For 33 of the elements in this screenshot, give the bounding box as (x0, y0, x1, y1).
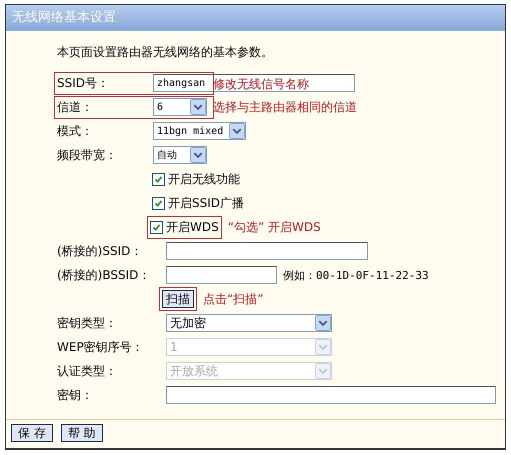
scan-button[interactable]: 扫描 (162, 290, 194, 308)
checkbox-label: 开启SSID广播 (168, 194, 244, 212)
hint-text: 例如：00-1D-0F-11-22-33 (283, 268, 429, 282)
dropdown[interactable]: 6 (153, 98, 207, 116)
field-label: WEP密钥序号： (57, 338, 145, 356)
field-label: 模式： (57, 122, 94, 140)
field-label: 认证类型： (57, 362, 118, 380)
checkbox-label: 开启无线功能 (168, 170, 240, 188)
field-label: (桥接的)SSID： (57, 242, 144, 260)
checkbox[interactable] (152, 172, 165, 186)
footer-button[interactable]: 帮 助 (60, 424, 103, 442)
annotation-text: 修改无线信号名称 (213, 76, 309, 93)
dropdown[interactable]: 11bgn mixed (153, 122, 246, 140)
dropdown[interactable]: 无加密 (166, 314, 332, 332)
window-title: 无线网络基本设置 (6, 5, 505, 31)
field-label: 密钥类型： (57, 314, 118, 332)
annotation-text: 选择与主路由器相同的信道 (213, 98, 357, 116)
text-field[interactable] (166, 266, 277, 284)
text-field[interactable] (166, 386, 496, 404)
field-label: 密钥： (57, 386, 94, 404)
field-label: SSID号： (57, 74, 110, 92)
annotation-text: 点击“扫描” (203, 290, 264, 308)
dropdown[interactable]: 自动 (153, 146, 207, 164)
field-label: 频段带宽： (57, 146, 118, 164)
text-field[interactable] (166, 242, 368, 260)
field-label: (桥接的)BSSID： (57, 266, 152, 284)
checkbox-label: 开启WDS (166, 218, 219, 236)
checkbox[interactable] (150, 220, 163, 234)
annotation-text: “勾选” 开启WDS (228, 218, 321, 236)
intro-text: 本页面设置路由器无线网络的基本参数。 (57, 44, 274, 61)
footer-button[interactable]: 保 存 (11, 424, 53, 442)
field-label: 信道： (57, 98, 94, 116)
checkbox[interactable] (152, 196, 165, 210)
